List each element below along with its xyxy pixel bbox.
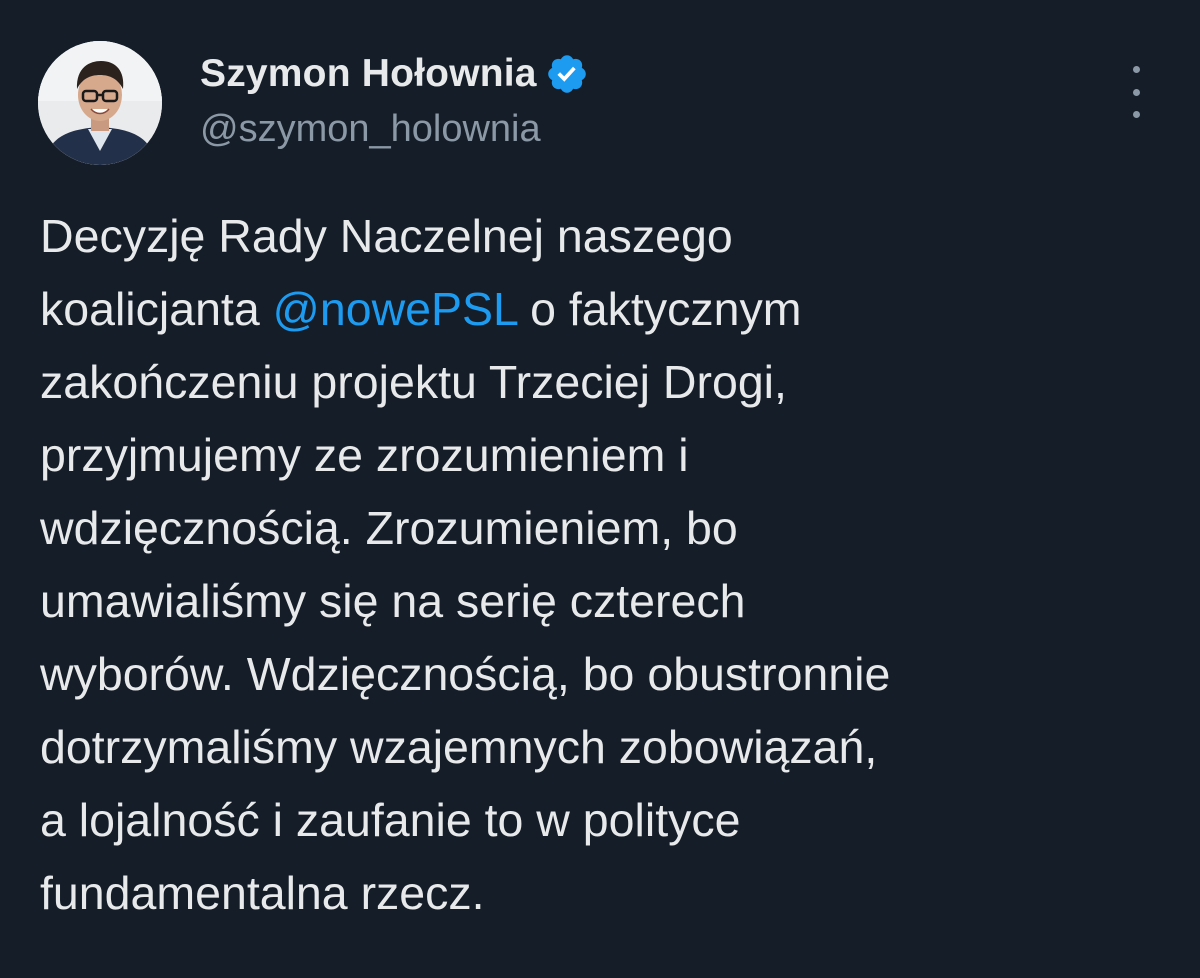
tweet-text-line: wdzięcznością. Zrozumieniem, bo — [40, 502, 738, 554]
display-name[interactable]: Szymon Hołownia — [200, 52, 537, 96]
tweet-card: Szymon Hołownia @szymon_holownia Decyzję… — [0, 0, 1200, 978]
tweet-text-line: zakończeniu projektu Trzeciej Drogi, — [40, 356, 787, 408]
tweet-text: Decyzję Rady Naczelnej naszego koalicjan… — [40, 200, 1160, 930]
tweet-text-line: fundamentalna rzecz. — [40, 867, 485, 919]
more-vertical-icon — [1132, 66, 1140, 73]
author-block: Szymon Hołownia @szymon_holownia — [200, 50, 589, 151]
tweet-text-line: dotrzymaliśmy wzajemnych zobowiązań, — [40, 721, 878, 773]
avatar[interactable] — [38, 41, 162, 165]
tweet-text-line: przyjmujemy ze zrozumieniem i — [40, 429, 689, 481]
more-options-button[interactable] — [1118, 66, 1154, 118]
tweet-text-line: koalicjanta @nowePSL o faktycznym — [40, 273, 1160, 346]
tweet-text-line: umawialiśmy się na serię czterech — [40, 575, 746, 627]
more-vertical-icon — [1132, 88, 1140, 96]
avatar-image — [38, 41, 162, 165]
verified-badge-icon — [545, 52, 589, 96]
tweet-text-line: a lojalność i zaufanie to w polityce — [40, 794, 741, 846]
name-row: Szymon Hołownia — [200, 50, 589, 98]
mention-link[interactable]: @nowePSL — [273, 283, 518, 335]
more-vertical-icon — [1132, 111, 1140, 118]
tweet-text-line: wyborów. Wdzięcznością, bo obustronnie — [40, 648, 891, 700]
tweet-text-segment: o faktycznym — [517, 283, 802, 335]
tweet-text-line: Decyzję Rady Naczelnej naszego — [40, 210, 733, 262]
tweet-text-segment: koalicjanta — [40, 283, 273, 335]
user-handle[interactable]: @szymon_holownia — [200, 108, 589, 151]
